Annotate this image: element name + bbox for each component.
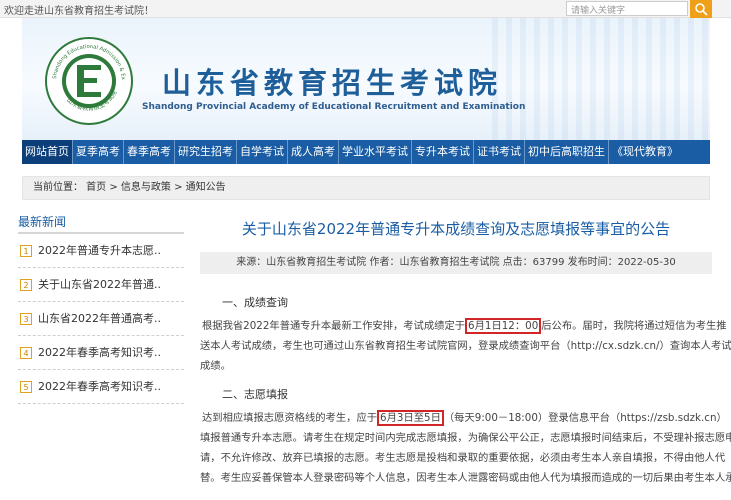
nav-item-certificate[interactable]: 证书考试 — [474, 140, 525, 164]
item-number-badge: 1 — [20, 245, 32, 257]
sidebar: 最新新闻 1 2022年普通专升本志愿.. 2 关于山东省2022年普通.. 3 山东… — [18, 210, 184, 404]
paragraph-line: 填报普通专升本志愿。请考生在规定时间内完成志愿填报，为确保公平公正，志愿填报时间… — [200, 432, 731, 444]
top-bar: 欢迎走进山东省教育招生考试院！ 请输入关键字 — [0, 0, 731, 18]
news-link[interactable]: 2022年春季高考知识考.. — [38, 380, 161, 393]
nav-item-summer-exam[interactable]: 夏季高考 — [73, 140, 124, 164]
sidebar-title: 最新新闻 — [18, 210, 184, 234]
search-input[interactable]: 请输入关键字 — [566, 1, 688, 16]
paragraph-line: 成绩。 — [200, 360, 231, 372]
article: 关于山东省2022年普通专升本成绩查询及志愿填报等事宜的公告 来源：山东省教育招… — [200, 210, 731, 484]
sidebar-news-item[interactable]: 5 2022年春季高考知识考.. — [18, 370, 184, 404]
search-icon — [695, 3, 708, 16]
nav-item-proficiency[interactable]: 学业水平考试 — [339, 140, 412, 164]
sidebar-news-item[interactable]: 3 山东省2022年普通高考.. — [18, 302, 184, 336]
search-button[interactable] — [690, 0, 712, 18]
paragraph-line: 请，不允许修改、放弃已填报的志愿。考生志愿是投档和录取的重要依据，必须由考生本人… — [200, 452, 726, 464]
section-heading-score-query: 一、成绩查询 — [222, 296, 288, 309]
paragraph-score-query: 根据我省2022年普通专升本最新工作安排，考试成绩定于 6月1日12：00 后公布。… — [200, 316, 731, 376]
nav-item-spring-exam[interactable]: 春季高考 — [124, 140, 175, 164]
breadcrumb: 当前位置： 首页 > 信息与政策 > 通知公告 — [22, 176, 710, 200]
news-link[interactable]: 2022年普通专升本志愿.. — [38, 244, 161, 257]
section-heading-application: 二、志愿填报 — [222, 388, 288, 401]
banner-decoration — [492, 18, 710, 140]
item-number-badge: 4 — [20, 347, 32, 359]
paragraph-line: 达到相应填报志愿资格线的考生，应于 6月3日至5日 （每天9:00－18:00）登录… — [202, 410, 727, 426]
item-number-badge: 3 — [20, 313, 32, 325]
nav-item-adult-exam[interactable]: 成人高考 — [288, 140, 339, 164]
site-title: 山东省教育招生考试院 — [162, 66, 503, 100]
article-title: 关于山东省2022年普通专升本成绩查询及志愿填报等事宜的公告 — [241, 220, 671, 238]
paragraph-line: 根据我省2022年普通专升本最新工作安排，考试成绩定于 6月1日12：00 后公布。… — [202, 318, 727, 334]
welcome-text: 欢迎走进山东省教育招生考试院！ — [4, 6, 154, 17]
nav-item-upgrade-exam[interactable]: 专升本考试 — [412, 140, 474, 164]
main-nav: 网站首页 夏季高考 春季高考 研究生招考 自学考试 成人高考 学业水平考试 专升… — [22, 140, 710, 164]
news-link[interactable]: 关于山东省2022年普通.. — [38, 278, 161, 291]
nav-item-vocational[interactable]: 初中后高职招生 — [525, 140, 609, 164]
news-link[interactable]: 山东省2022年普通高考.. — [38, 312, 161, 325]
paragraph-application: 达到相应填报志愿资格线的考生，应于 6月3日至5日 （每天9:00－18:00）登录… — [200, 408, 731, 488]
sidebar-news-item[interactable]: 2 关于山东省2022年普通.. — [18, 268, 184, 302]
site-subtitle: Shandong Provincial Academy of Education… — [142, 102, 526, 112]
academy-logo: Shandong Educational Admission & Examina… — [44, 36, 133, 125]
sidebar-news-item[interactable]: 4 2022年春季高考知识考.. — [18, 336, 184, 370]
article-meta: 来源：山东省教育招生考试院 作者：山东省教育招生考试院 点击：63799 发布时… — [200, 252, 712, 274]
nav-item-modern-education[interactable]: 《现代教育》 — [609, 140, 681, 164]
paragraph-line: 送本人考试成绩，考生也可通过山东省教育招生考试院官网，登录成绩查询平台（http… — [200, 340, 731, 352]
news-link[interactable]: 2022年春季高考知识考.. — [38, 346, 161, 359]
sidebar-news-item[interactable]: 1 2022年普通专升本志愿.. — [18, 234, 184, 268]
item-number-badge: 5 — [20, 381, 32, 393]
paragraph-line: 替。考生应妥善保管本人登录密码等个人信息，因考生本人泄露密码或由他人代为填报而造… — [200, 472, 731, 484]
highlight-application-date: 6月3日至5日 — [377, 410, 444, 426]
nav-item-home[interactable]: 网站首页 — [22, 140, 73, 164]
site-banner: Shandong Educational Admission & Examina… — [22, 18, 710, 140]
nav-item-graduate[interactable]: 研究生招考 — [175, 140, 237, 164]
item-number-badge: 2 — [20, 279, 32, 291]
nav-item-self-study[interactable]: 自学考试 — [237, 140, 288, 164]
highlight-score-date: 6月1日12：00 — [465, 318, 542, 334]
